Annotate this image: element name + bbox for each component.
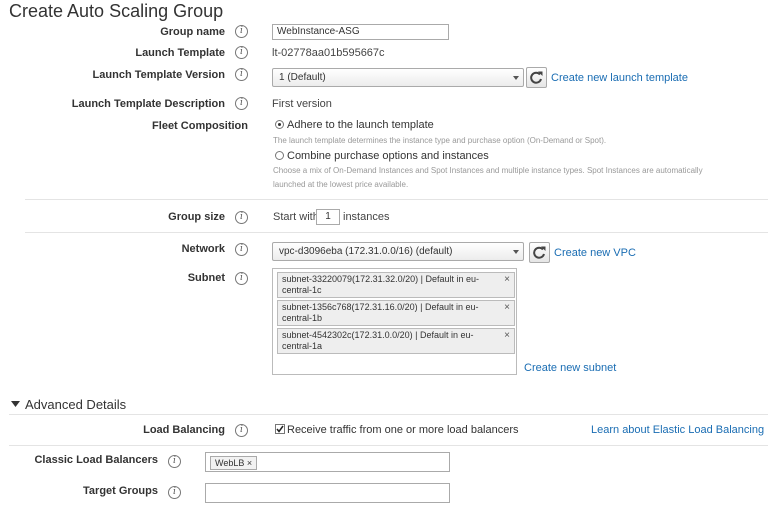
subnet-label: Subnet [187, 272, 225, 284]
section-divider [9, 445, 768, 446]
load-balancing-label: Load Balancing [143, 424, 225, 436]
launch-template-version-info-icon[interactable]: i [235, 68, 248, 81]
target-groups-info-icon[interactable]: i [168, 486, 181, 499]
subnet-chip-line2: central-1a [282, 341, 323, 351]
combine-purchase-options-hint-line1: Choose a mix of On-Demand Instances and … [273, 166, 703, 175]
launch-template-description-value: First version [272, 98, 332, 110]
combine-purchase-options-hint-line2: launched at the lowest price available. [273, 180, 409, 189]
subnet-chip: subnet-4542302c(172.31.0.0/20) | Default… [277, 328, 515, 354]
group-size-prefix: Start with [273, 211, 319, 223]
launch-template-description-label: Launch Template Description [71, 98, 225, 110]
section-divider [25, 232, 768, 233]
adhere-to-template-radio[interactable] [275, 120, 284, 129]
network-select[interactable]: vpc-d3096eba (172.31.0.0/16) (default) [272, 242, 524, 261]
combine-purchase-options-radio[interactable] [275, 151, 284, 160]
page-title: Create Auto Scaling Group [9, 1, 224, 21]
classic-load-balancers-label: Classic Load Balancers [34, 454, 158, 466]
triangle-down-icon[interactable] [11, 401, 20, 408]
subnet-chip-line1: subnet-1356c768(172.31.16.0/20) | Defaul… [282, 302, 479, 312]
load-balancing-checkbox[interactable] [275, 424, 285, 434]
group-size-label: Group size [168, 211, 225, 223]
section-divider [25, 199, 768, 200]
refresh-icon [533, 246, 546, 259]
classic-load-balancers-info-icon[interactable]: i [168, 455, 181, 468]
group-size-info-icon[interactable]: i [235, 211, 248, 224]
subnet-chip-line1: subnet-33220079(172.31.32.0/20) | Defaul… [282, 274, 479, 284]
advanced-details-heading[interactable]: Advanced Details [25, 397, 126, 412]
launch-template-description-info-icon[interactable]: i [235, 97, 248, 110]
subnet-chip: subnet-33220079(172.31.32.0/20) | Defaul… [277, 272, 515, 298]
load-balancer-tag: WebLB × [210, 456, 258, 470]
create-new-vpc-link[interactable]: Create new VPC [554, 247, 636, 259]
refresh-launch-templates-button[interactable] [526, 67, 547, 88]
combine-purchase-options-label[interactable]: Combine purchase options and instances [287, 150, 489, 162]
launch-template-version-value: 1 (Default) [279, 72, 326, 83]
target-groups-input[interactable] [205, 483, 450, 503]
group-name-label: Group name [160, 26, 225, 38]
remove-icon[interactable]: × [504, 302, 510, 313]
checkmark-icon [276, 425, 284, 433]
load-balancer-tag-label: WebLB [215, 458, 245, 468]
subnet-chip-line2: central-1c [282, 285, 322, 295]
caret-down-icon [513, 250, 519, 254]
launch-template-label: Launch Template [135, 47, 225, 59]
group-name-input[interactable]: WebInstance-ASG [272, 24, 449, 40]
subnet-info-icon[interactable]: i [235, 272, 248, 285]
network-value: vpc-d3096eba (172.31.0.0/16) (default) [279, 246, 453, 257]
caret-down-icon [513, 76, 519, 80]
remove-icon[interactable]: × [504, 330, 510, 341]
load-balancing-info-icon[interactable]: i [235, 424, 248, 437]
network-label: Network [181, 243, 225, 255]
adhere-to-template-label[interactable]: Adhere to the launch template [287, 119, 434, 131]
launch-template-id: lt-02778aa01b595667c [272, 47, 385, 59]
adhere-to-template-hint: The launch template determines the insta… [273, 136, 607, 145]
subnet-chip-line1: subnet-4542302c(172.31.0.0/20) | Default… [282, 330, 474, 340]
group-size-input[interactable]: 1 [316, 209, 340, 225]
create-new-subnet-link[interactable]: Create new subnet [524, 362, 616, 374]
fleet-composition-label: Fleet Composition [152, 120, 248, 132]
launch-template-version-select[interactable]: 1 (Default) [272, 68, 524, 87]
group-size-suffix: instances [343, 211, 390, 223]
remove-icon[interactable]: × [504, 274, 510, 285]
target-groups-label: Target Groups [83, 485, 158, 497]
remove-icon[interactable]: × [247, 458, 252, 468]
refresh-icon [530, 71, 543, 84]
subnet-chip: subnet-1356c768(172.31.16.0/20) | Defaul… [277, 300, 515, 326]
group-name-info-icon[interactable]: i [235, 25, 248, 38]
section-divider [9, 414, 768, 415]
learn-about-elb-link[interactable]: Learn about Elastic Load Balancing [591, 424, 764, 436]
refresh-networks-button[interactable] [529, 242, 550, 263]
launch-template-version-label: Launch Template Version [92, 69, 225, 81]
network-info-icon[interactable]: i [235, 243, 248, 256]
launch-template-info-icon[interactable]: i [235, 46, 248, 59]
subnet-chip-line2: central-1b [282, 313, 323, 323]
create-new-launch-template-link[interactable]: Create new launch template [551, 72, 688, 84]
load-balancing-checkbox-label[interactable]: Receive traffic from one or more load ba… [287, 424, 519, 436]
